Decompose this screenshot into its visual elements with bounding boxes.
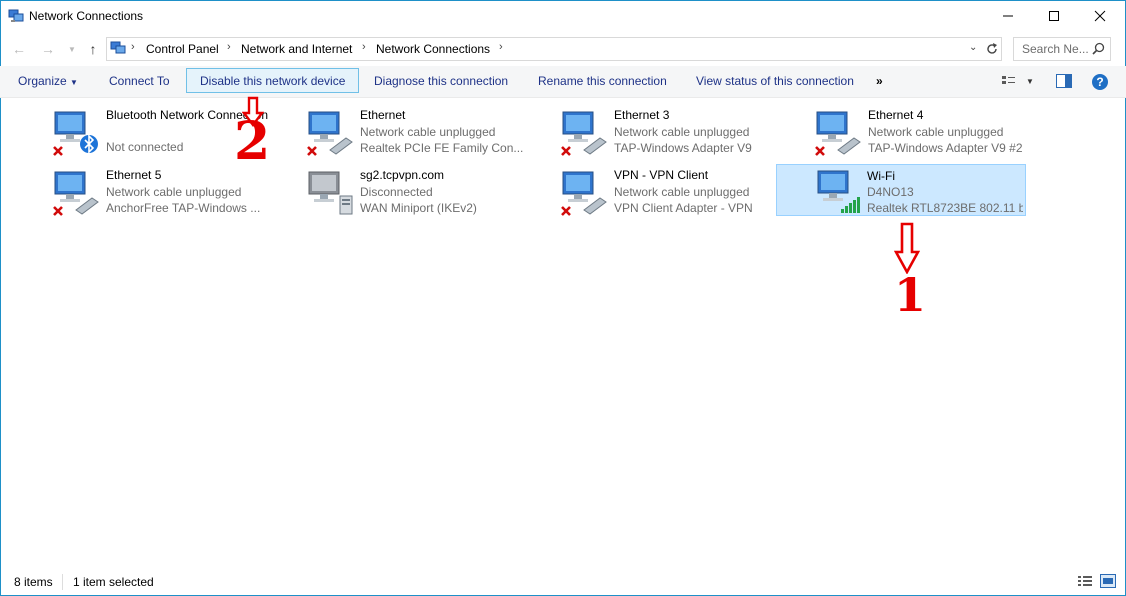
connection-item-sg2-tcpvpn[interactable]: sg2.tcpvpn.com Disconnected WAN Miniport… — [304, 166, 554, 218]
connection-item-ethernet-3[interactable]: Ethernet 3 Network cable unplugged TAP-W… — [558, 106, 808, 158]
connection-item-ethernet-5[interactable]: Ethernet 5 Network cable unplugged Ancho… — [50, 166, 300, 218]
ethernet-network-icon — [561, 111, 607, 156]
annotation-number-two: 2 — [234, 111, 271, 172]
connection-adapter: WAN Miniport (IKEv2) — [360, 201, 477, 215]
command-bar: Organize ▼ Connect To Disable this netwo… — [0, 66, 1126, 98]
breadcrumb-separator[interactable]: › — [227, 41, 231, 53]
forward-button[interactable]: → — [38, 39, 58, 59]
back-arrow-icon: ← — [12, 41, 26, 57]
breadcrumb-control-panel[interactable]: Control Panel — [146, 42, 219, 56]
svg-text:?: ? — [1096, 75, 1103, 89]
connection-status: Disconnected — [360, 185, 433, 199]
connection-status: Network cable unplugged — [360, 125, 496, 139]
connection-item-vpn-client[interactable]: VPN - VPN Client Network cable unplugged… — [558, 166, 808, 218]
chevron-down-icon: ▼ — [68, 44, 76, 54]
search-icon — [1092, 42, 1105, 55]
bluetooth-network-icon — [53, 111, 98, 156]
preview-pane-icon[interactable] — [1056, 74, 1072, 88]
up-button[interactable]: ↑ — [83, 39, 103, 59]
close-icon — [1094, 10, 1106, 22]
rename-connection-button[interactable]: Rename this connection — [538, 66, 667, 97]
recent-locations-button[interactable]: ▼ — [62, 39, 82, 59]
status-divider — [62, 574, 63, 590]
breadcrumb-network-connections[interactable]: Network Connections — [376, 42, 490, 56]
window-title: Network Connections — [29, 9, 144, 23]
connection-adapter: TAP-Windows Adapter V9 #2 — [868, 141, 1023, 155]
change-view-icon[interactable] — [1001, 74, 1017, 88]
connection-status: Network cable unplugged — [868, 125, 1004, 139]
title-bar: Network Connections — [0, 0, 1126, 33]
more-commands-button[interactable]: » — [876, 66, 883, 97]
maximize-button[interactable] — [1031, 0, 1077, 32]
details-view-icon[interactable] — [1077, 574, 1093, 588]
ethernet-network-icon — [561, 171, 607, 216]
status-bar: 8 items 1 item selected — [0, 570, 1126, 594]
close-button[interactable] — [1077, 0, 1123, 32]
breadcrumb-network-and-internet[interactable]: Network and Internet — [241, 42, 352, 56]
help-icon[interactable]: ? — [1091, 73, 1109, 91]
breadcrumb-separator[interactable]: › — [499, 41, 503, 53]
tiles-view-icon[interactable] — [1100, 574, 1116, 588]
annotation-number-one: 1 — [894, 268, 927, 322]
wifi-network-icon — [817, 170, 860, 213]
address-dropdown-icon[interactable]: ⌄ — [969, 42, 977, 53]
connection-status: Network cable unplugged — [614, 125, 750, 139]
connection-item-ethernet-4[interactable]: Ethernet 4 Network cable unplugged TAP-W… — [812, 106, 1062, 158]
connection-name: sg2.tcpvpn.com — [360, 168, 445, 182]
ethernet-network-icon — [53, 171, 99, 216]
organize-label: Organize — [18, 74, 67, 88]
ethernet-network-icon — [815, 111, 861, 156]
selection-count: 1 item selected — [73, 575, 154, 589]
address-row: ← → ▼ ↑ › Control Panel › Network and In… — [0, 35, 1126, 63]
maximize-icon — [1049, 11, 1059, 21]
view-options-dropdown[interactable]: ▼ — [1026, 66, 1034, 97]
connection-item-wifi[interactable]: Wi-Fi D4NO13 Realtek RTL8723BE 802.11 b.… — [776, 164, 1026, 216]
forward-arrow-icon: → — [41, 41, 55, 57]
view-status-button[interactable]: View status of this connection — [696, 66, 854, 97]
network-connections-app-icon — [8, 9, 24, 22]
item-count: 8 items — [14, 575, 53, 589]
annotation-arrow-icon — [894, 222, 920, 274]
disable-network-device-button[interactable]: Disable this network device — [186, 68, 360, 93]
vpn-miniport-icon — [308, 171, 353, 215]
connection-status: Network cable unplugged — [106, 185, 242, 199]
connection-item-ethernet[interactable]: Ethernet Network cable unplugged Realtek… — [304, 106, 554, 158]
search-placeholder: Search Ne... — [1022, 42, 1089, 56]
breadcrumb-separator[interactable]: › — [131, 41, 135, 53]
connect-to-button[interactable]: Connect To — [109, 66, 170, 97]
network-folder-icon — [110, 41, 126, 54]
minimize-button[interactable] — [985, 0, 1031, 32]
connection-name: Ethernet 4 — [868, 108, 924, 122]
back-button[interactable]: ← — [9, 39, 29, 59]
search-input[interactable]: Search Ne... — [1013, 37, 1111, 61]
ethernet-network-icon — [307, 111, 353, 156]
connection-name: Ethernet — [360, 108, 406, 122]
chevron-down-icon: ▼ — [70, 78, 78, 87]
up-arrow-icon: ↑ — [89, 41, 97, 57]
minimize-icon — [1003, 15, 1013, 17]
address-bar[interactable]: › Control Panel › Network and Internet ›… — [106, 37, 1002, 61]
connection-adapter: AnchorFree TAP-Windows ... — [106, 201, 261, 215]
connection-status: D4NO13 — [867, 185, 914, 199]
connection-adapter: Realtek PCIe FE Family Con... — [360, 141, 524, 155]
connection-name: Ethernet 3 — [614, 108, 670, 122]
refresh-icon[interactable] — [985, 42, 999, 56]
connection-adapter: TAP-Windows Adapter V9 — [614, 141, 752, 155]
connection-adapter: Realtek RTL8723BE 802.11 b... — [867, 201, 1023, 215]
connection-name: Wi-Fi — [867, 169, 895, 183]
diagnose-connection-button[interactable]: Diagnose this connection — [374, 66, 508, 97]
organize-menu[interactable]: Organize ▼ — [18, 66, 78, 97]
breadcrumb-separator[interactable]: › — [362, 41, 366, 53]
